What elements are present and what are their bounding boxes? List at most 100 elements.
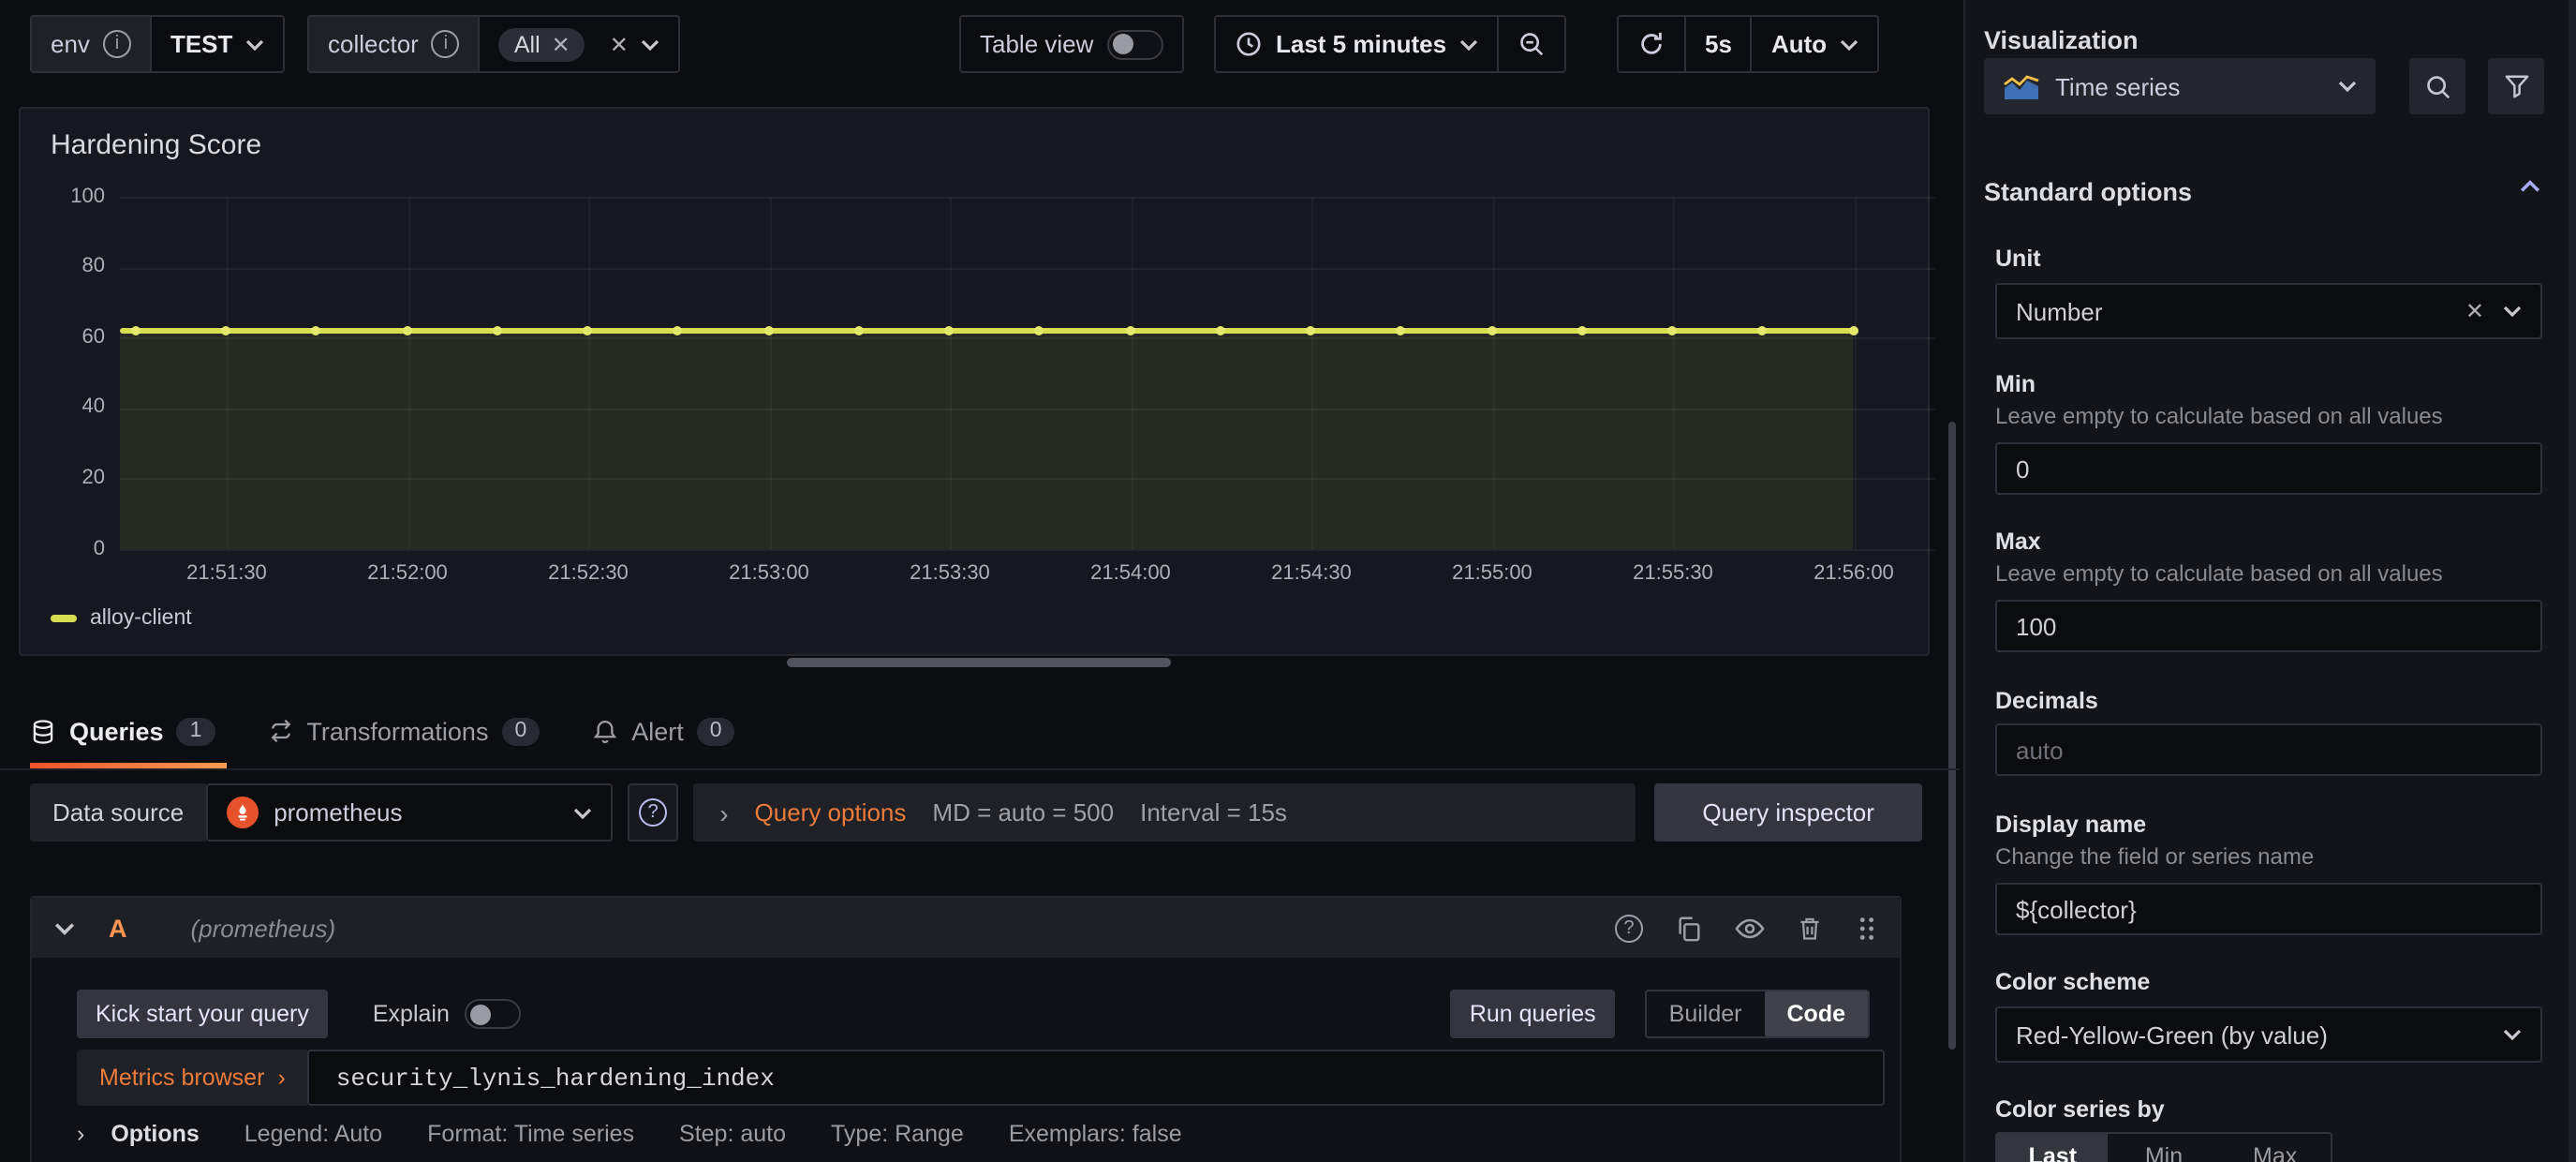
refresh-button[interactable] xyxy=(1619,17,1684,71)
decimals-input[interactable] xyxy=(1995,723,2542,776)
sidebar-scrollbar[interactable] xyxy=(2569,0,2576,1162)
query-expression-input[interactable]: security_lynis_hardening_index xyxy=(308,1050,1885,1106)
horizontal-scrollbar[interactable] xyxy=(787,658,1171,667)
chevron-right-icon: › xyxy=(719,797,728,827)
query-inspector-button[interactable]: Query inspector xyxy=(1654,783,1922,842)
explain-toggle[interactable] xyxy=(465,999,521,1029)
query-card-header[interactable]: A (prometheus) ? xyxy=(32,898,1900,958)
auto-dropdown[interactable]: Auto xyxy=(1751,17,1877,71)
decimals-label: Decimals xyxy=(1995,688,2098,714)
options-type: Type: Range xyxy=(831,1121,964,1147)
chip-remove-icon[interactable]: ✕ xyxy=(552,33,570,55)
grafana-panel-editor: env i TEST collector i All ✕ ✕ xyxy=(0,0,2576,1162)
metrics-browser-button[interactable]: Metrics browser › xyxy=(77,1050,308,1106)
trash-icon[interactable] xyxy=(1797,914,1823,942)
standard-options-heading[interactable]: Standard options xyxy=(1984,178,2192,206)
explain-label: Explain xyxy=(373,1001,450,1027)
tab-count-badge: 0 xyxy=(697,717,735,745)
duplicate-icon[interactable] xyxy=(1675,914,1703,942)
color-series-by-max[interactable]: Max xyxy=(2219,1134,2331,1162)
run-queries-button[interactable]: Run queries xyxy=(1451,990,1615,1038)
eye-icon[interactable] xyxy=(1735,916,1765,940)
unit-select[interactable]: Number ✕ xyxy=(1995,283,2542,339)
collector-label-text: collector xyxy=(328,30,419,58)
visualization-picker[interactable]: Time series xyxy=(1984,58,2376,114)
options-label[interactable]: Options xyxy=(111,1121,199,1147)
tab-label: Queries xyxy=(69,717,164,745)
bell-icon xyxy=(592,717,618,745)
y-axis-tick-label: 60 xyxy=(41,325,105,348)
filter-options-button[interactable] xyxy=(2488,58,2544,114)
color-series-by-toggle: Last Min Max xyxy=(1995,1132,2332,1162)
chevron-right-icon: › xyxy=(277,1065,285,1091)
y-axis-tick-label: 20 xyxy=(41,467,105,489)
query-options-md: MD = auto = 500 xyxy=(932,798,1114,827)
explain-control: Explain xyxy=(373,999,521,1029)
chevron-up-icon[interactable] xyxy=(2520,180,2540,193)
zoom-out-button[interactable] xyxy=(1497,17,1564,71)
max-input[interactable] xyxy=(1995,600,2542,652)
min-label: Min xyxy=(1995,371,2036,397)
gridline-horizontal xyxy=(120,549,1935,551)
table-view-label: Table view xyxy=(980,30,1093,58)
clock-icon xyxy=(1235,30,1263,58)
data-point xyxy=(493,326,502,335)
query-options-summary-row[interactable]: › Options Legend: Auto Format: Time seri… xyxy=(77,1121,1182,1147)
data-point xyxy=(1306,326,1315,335)
query-help-icon[interactable]: ? xyxy=(1615,914,1643,942)
info-icon: i xyxy=(103,30,131,58)
color-scheme-value: Red-Yellow-Green (by value) xyxy=(2016,1020,2328,1049)
query-options-bar[interactable]: › Query options MD = auto = 500 Interval… xyxy=(693,783,1636,842)
options-step: Step: auto xyxy=(679,1121,786,1147)
time-series-chart[interactable]: 02040608010021:51:3021:52:0021:52:3021:5… xyxy=(21,109,1928,654)
data-point xyxy=(131,326,141,335)
collector-variable-control[interactable]: collector i All ✕ ✕ xyxy=(307,15,681,73)
collector-chip-all[interactable]: All ✕ xyxy=(499,27,585,61)
time-picker-control: Last 5 minutes xyxy=(1214,15,1566,73)
x-axis-tick-label: 21:53:00 xyxy=(703,562,835,585)
query-ref-id: A xyxy=(109,914,127,942)
time-range-button[interactable]: Last 5 minutes xyxy=(1216,17,1497,71)
query-expression-row: Metrics browser › security_lynis_hardeni… xyxy=(77,1050,1885,1106)
code-option[interactable]: Code xyxy=(1765,991,1869,1036)
unit-value: Number xyxy=(2016,297,2103,325)
legend-series-name[interactable]: alloy-client xyxy=(90,607,192,630)
gridline-horizontal xyxy=(120,267,1935,269)
drag-handle-icon[interactable] xyxy=(1855,914,1877,942)
env-variable-label: env i xyxy=(32,17,150,71)
editor-tabs: Queries 1 Transformations 0 Alert 0 xyxy=(30,697,762,765)
vertical-scrollbar[interactable] xyxy=(1948,422,1956,1050)
data-point xyxy=(402,326,411,335)
tab-alert[interactable]: Alert 0 xyxy=(566,697,761,765)
chevron-right-icon: › xyxy=(77,1121,84,1147)
env-variable-value[interactable]: TEST xyxy=(150,17,283,71)
search-visualization-button[interactable] xyxy=(2409,58,2465,114)
env-variable-control[interactable]: env i TEST xyxy=(30,15,285,73)
datasource-help-button[interactable]: ? xyxy=(628,783,678,842)
series-line xyxy=(120,328,1853,334)
kick-start-button[interactable]: Kick start your query xyxy=(77,990,328,1038)
color-series-by-min[interactable]: Min xyxy=(2109,1134,2220,1162)
data-point xyxy=(763,326,773,335)
table-view-toggle[interactable] xyxy=(1106,29,1162,59)
tab-queries[interactable]: Queries 1 xyxy=(30,697,241,765)
tab-transformations[interactable]: Transformations 0 xyxy=(241,697,566,765)
color-series-by-last[interactable]: Last xyxy=(1997,1134,2109,1162)
display-name-input[interactable] xyxy=(1995,883,2542,935)
datasource-picker[interactable]: prometheus xyxy=(206,783,613,842)
time-range-text: Last 5 minutes xyxy=(1276,30,1446,58)
query-options-label[interactable]: Query options xyxy=(755,798,907,827)
color-scheme-select[interactable]: Red-Yellow-Green (by value) xyxy=(1995,1006,2542,1063)
collector-variable-label: collector i xyxy=(309,17,479,71)
builder-option[interactable]: Builder xyxy=(1647,991,1765,1036)
chevron-down-icon xyxy=(573,807,592,818)
min-input[interactable] xyxy=(1995,442,2542,495)
clear-all-icon[interactable]: ✕ xyxy=(610,33,629,55)
info-icon: i xyxy=(432,30,460,58)
collapse-chevron-icon[interactable] xyxy=(54,921,75,934)
chevron-down-icon xyxy=(1459,38,1478,50)
clear-unit-icon[interactable]: ✕ xyxy=(2465,300,2484,322)
collector-variable-value[interactable]: All ✕ ✕ xyxy=(479,17,679,71)
refresh-interval-button[interactable]: 5s xyxy=(1684,17,1751,71)
legend-swatch xyxy=(51,615,77,622)
